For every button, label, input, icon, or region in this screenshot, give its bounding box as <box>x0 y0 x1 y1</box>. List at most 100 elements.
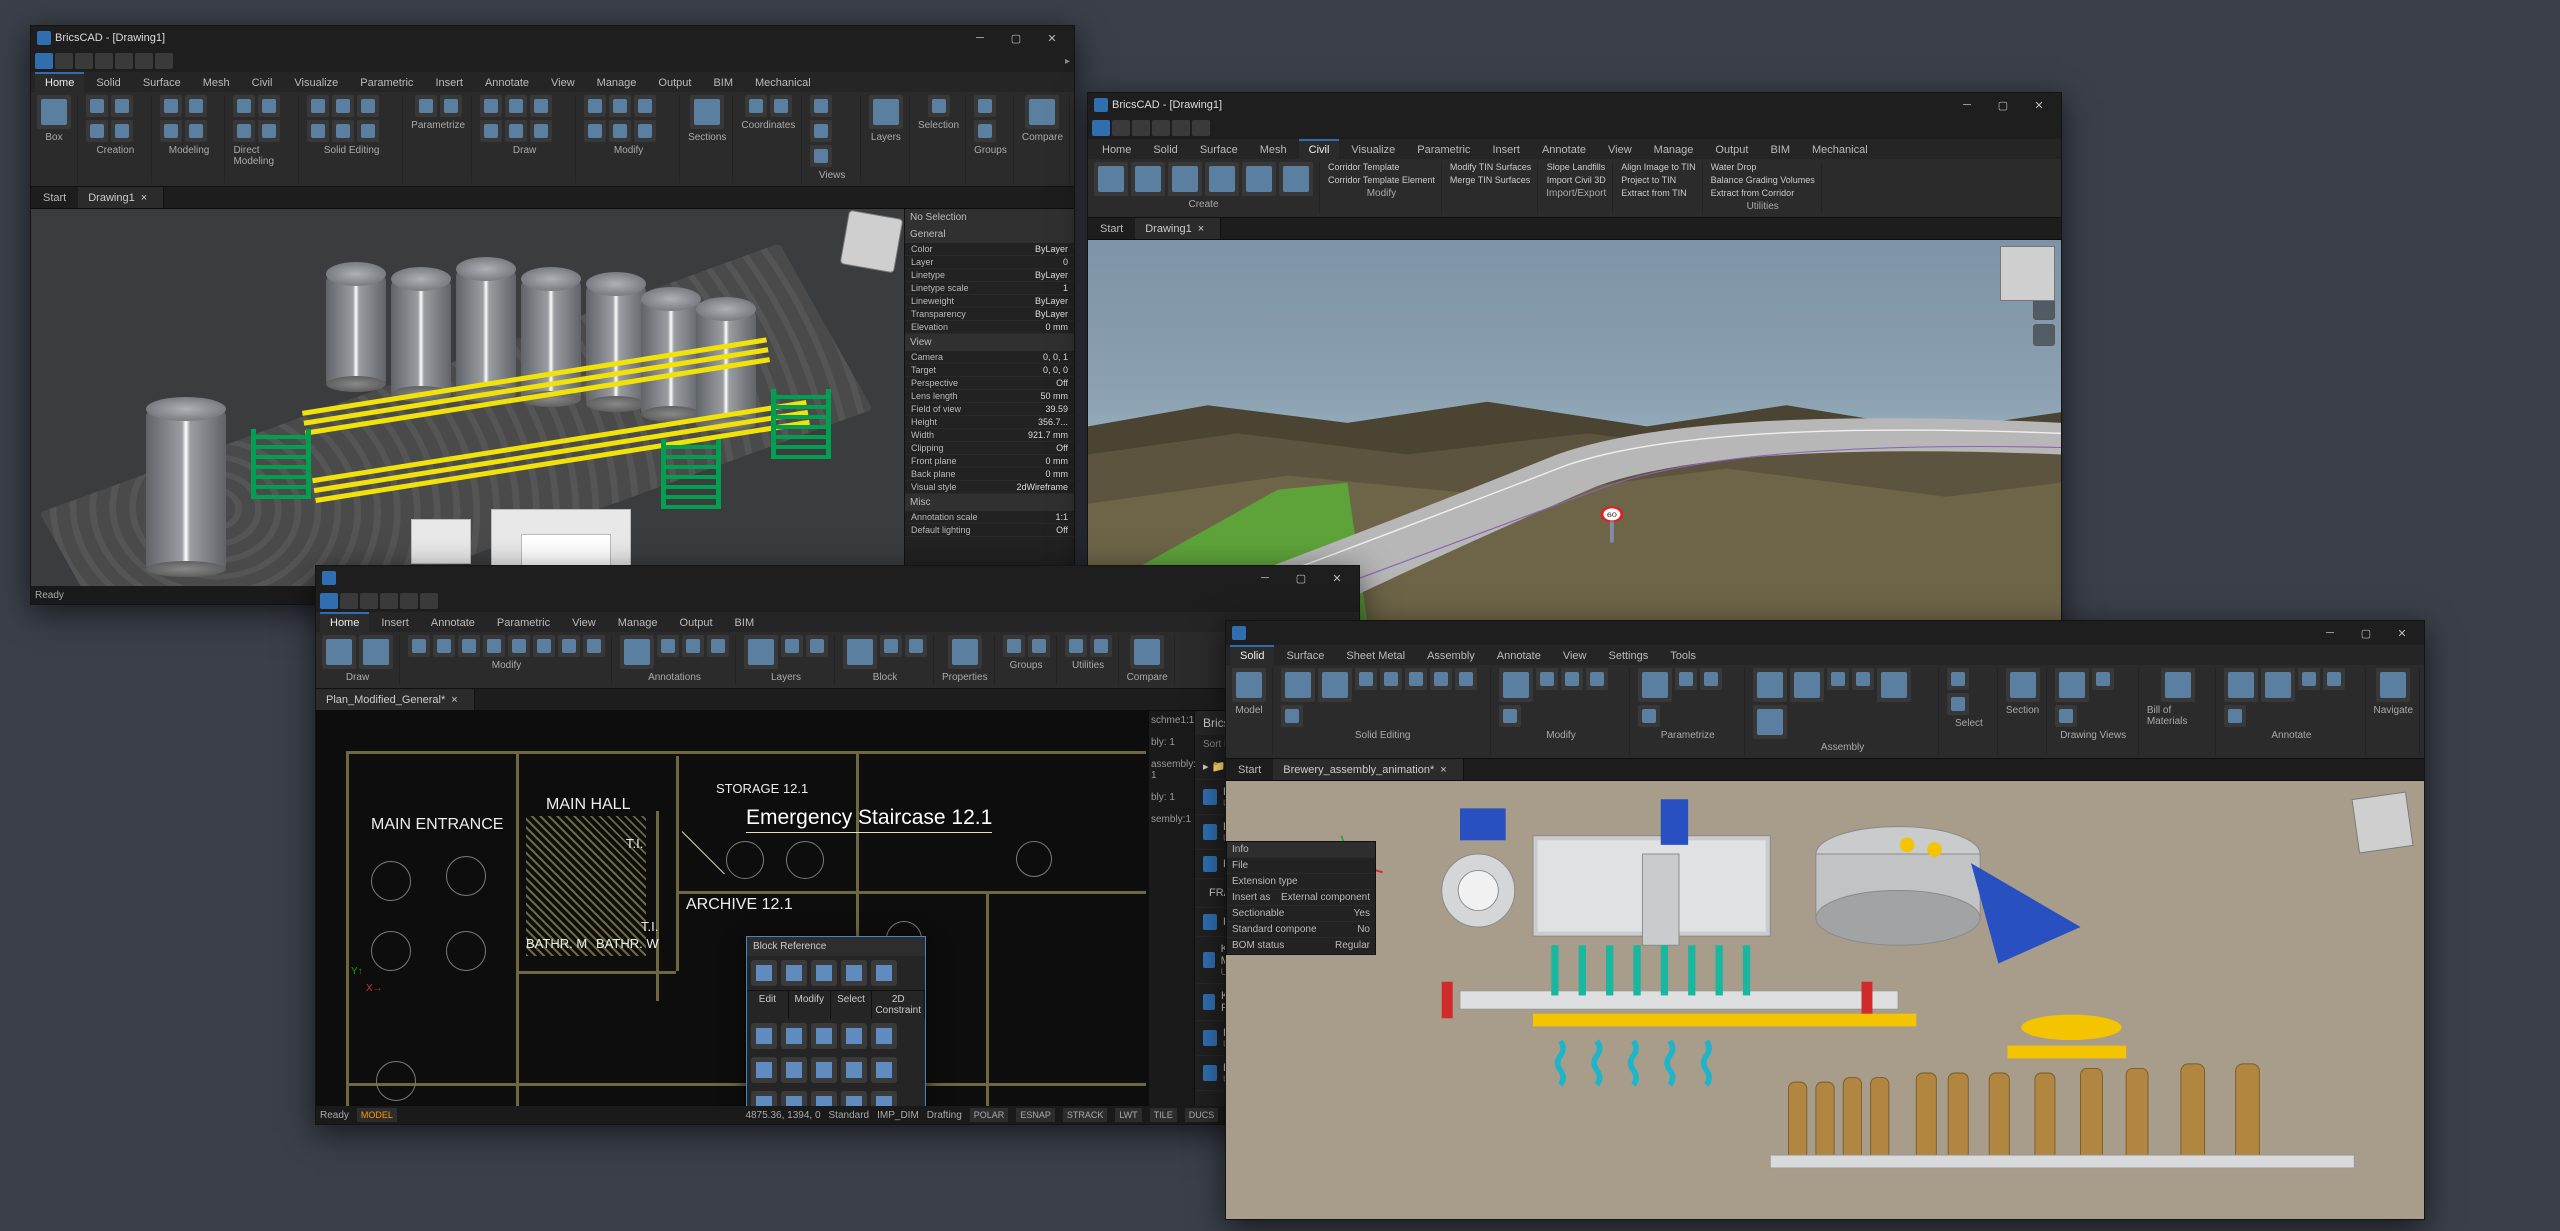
quad-cmd-icon[interactable] <box>871 960 897 986</box>
prop-val[interactable]: 39.59 <box>1045 404 1068 414</box>
cmd[interactable]: Merge TIN Surfaces <box>1450 175 1530 185</box>
quad-cmd-icon[interactable] <box>751 1091 777 1106</box>
quad-cmd-icon[interactable] <box>781 1091 807 1106</box>
mirror-icon[interactable] <box>483 635 505 657</box>
ribbon-tab-output[interactable]: Output <box>1705 139 1758 159</box>
a2-icon[interactable] <box>1852 668 1874 690</box>
ribbon-tab-view[interactable]: View <box>1553 645 1597 665</box>
view-cube[interactable] <box>2351 791 2413 853</box>
close-button[interactable]: ✕ <box>2386 624 2418 642</box>
rotate-icon[interactable] <box>233 120 255 142</box>
qat-new-icon[interactable] <box>340 593 358 609</box>
sphere-icon[interactable] <box>86 120 108 142</box>
subtract-icon[interactable] <box>332 95 354 117</box>
maximize-button[interactable]: ▢ <box>2350 624 2382 642</box>
ribbon-tab-annotate[interactable]: Annotate <box>1532 139 1596 159</box>
ribbon-tab-visualize[interactable]: Visualize <box>1341 139 1405 159</box>
quad-cmd-icon[interactable] <box>781 1057 807 1083</box>
ribbon-tab-solid[interactable]: Solid <box>1230 645 1274 665</box>
cmd[interactable]: Slope Landfills <box>1547 162 1606 172</box>
titlebar[interactable]: BricsCAD - [Drawing1] ─ ▢ ✕ <box>31 26 1074 50</box>
dv1-icon[interactable] <box>2092 668 2114 690</box>
perspective-icon[interactable] <box>810 95 832 117</box>
toggle-tile[interactable]: TILE <box>1150 1108 1177 1122</box>
group-icon[interactable] <box>974 95 996 117</box>
sel2-icon[interactable] <box>1947 693 1969 715</box>
quad-cmd-icon[interactable] <box>781 960 807 986</box>
rect-icon[interactable] <box>480 120 502 142</box>
model-icon[interactable] <box>1232 668 1266 702</box>
quad-cmd-icon[interactable] <box>751 960 777 986</box>
quad-cmd-icon[interactable] <box>871 1057 897 1083</box>
prop-val[interactable]: Off <box>1056 443 1068 453</box>
quad-cmd-icon[interactable] <box>751 1023 777 1049</box>
prop-val[interactable]: ByLayer <box>1035 309 1068 319</box>
viewport-3d[interactable]: No Selection General ColorByLayer Layer0… <box>31 209 1074 586</box>
ribbon-tab-bim[interactable]: BIM <box>703 72 743 92</box>
wcs-icon[interactable] <box>770 95 792 117</box>
se2-icon[interactable] <box>1380 668 1402 690</box>
view-cube[interactable] <box>2000 246 2055 301</box>
prop-val[interactable]: 0, 0, 0 <box>1043 365 1068 375</box>
se1-icon[interactable] <box>1355 668 1377 690</box>
grading-icon[interactable] <box>1168 162 1202 196</box>
tree-item[interactable]: schme1:1 <box>1151 715 1192 726</box>
info-val[interactable]: Yes <box>1354 908 1370 919</box>
revolve-icon[interactable] <box>185 95 207 117</box>
offset-icon[interactable] <box>634 95 656 117</box>
props-icon[interactable] <box>948 635 982 669</box>
ribbon-tab-mechanical[interactable]: Mechanical <box>745 72 821 92</box>
qat-undo-icon[interactable] <box>400 593 418 609</box>
chamfer-icon[interactable] <box>357 120 379 142</box>
p2-icon[interactable] <box>1700 668 1722 690</box>
layer-iso-icon[interactable] <box>806 635 828 657</box>
m4-icon[interactable] <box>1499 705 1521 727</box>
maximize-button[interactable]: ▢ <box>1285 569 1317 587</box>
ribbon-tab-annotate[interactable]: Annotate <box>421 612 485 632</box>
poly-icon[interactable] <box>505 120 527 142</box>
quad-tab-select[interactable]: Select <box>831 991 873 1019</box>
quad-cmd-icon[interactable] <box>841 1057 867 1083</box>
prop-val[interactable]: 1 <box>1063 283 1068 293</box>
maximize-button[interactable]: ▢ <box>1000 29 1032 47</box>
section-icon[interactable] <box>690 95 724 129</box>
cmd[interactable]: Water Drop <box>1711 162 1757 172</box>
select-icon[interactable] <box>928 95 950 117</box>
quad-cmd-icon[interactable] <box>841 960 867 986</box>
create-block-icon[interactable] <box>880 635 902 657</box>
tree-item[interactable]: bly: 1 <box>1151 737 1192 748</box>
tin-volume-icon[interactable] <box>1131 162 1165 196</box>
ribbon-tab-surface[interactable]: Surface <box>1276 645 1334 665</box>
cmd[interactable]: Project to TIN <box>1621 175 1676 185</box>
fillet-icon[interactable] <box>332 120 354 142</box>
prop-val[interactable]: 0, 0, 1 <box>1043 352 1068 362</box>
prop-val[interactable]: 2dWireframe <box>1016 482 1068 492</box>
prop-val[interactable]: ByLayer <box>1035 270 1068 280</box>
copyfaces-icon[interactable] <box>1318 668 1352 702</box>
close-tab-icon[interactable]: × <box>451 694 457 706</box>
info-val[interactable]: Regular <box>1335 940 1370 951</box>
se5-icon[interactable] <box>1455 668 1477 690</box>
valignment-icon[interactable] <box>1242 162 1276 196</box>
document-tab[interactable]: Drawing1× <box>78 187 164 208</box>
ribbon-tab-parametric[interactable]: Parametric <box>487 612 560 632</box>
quad-menu[interactable]: Block Reference Edit Modify Select 2D Co… <box>746 936 926 1106</box>
ribbon-tab-output[interactable]: Output <box>648 72 701 92</box>
qat-undo-icon[interactable] <box>1172 120 1190 136</box>
qat-print-icon[interactable] <box>115 53 133 69</box>
info-val[interactable]: External component <box>1281 892 1370 903</box>
torus-icon[interactable] <box>111 120 133 142</box>
extend-icon[interactable] <box>609 95 631 117</box>
ribbon-tab-bim[interactable]: BIM <box>725 612 765 632</box>
tree-item[interactable]: sembly:1 <box>1151 814 1192 825</box>
ribbon-tab-visualize[interactable]: Visualize <box>284 72 348 92</box>
toggle-lwt[interactable]: LWT <box>1115 1108 1141 1122</box>
tin-icon[interactable] <box>1094 162 1128 196</box>
ribbon-tab-home[interactable]: Home <box>35 72 84 92</box>
box-icon[interactable] <box>37 95 71 129</box>
close-tab-icon[interactable]: × <box>1440 764 1446 776</box>
titlebar[interactable]: ─ ▢ ✕ <box>1226 621 2424 645</box>
p3-icon[interactable] <box>1638 705 1660 727</box>
ribbon-tab-view[interactable]: View <box>541 72 585 92</box>
dv2-icon[interactable] <box>2055 705 2077 727</box>
